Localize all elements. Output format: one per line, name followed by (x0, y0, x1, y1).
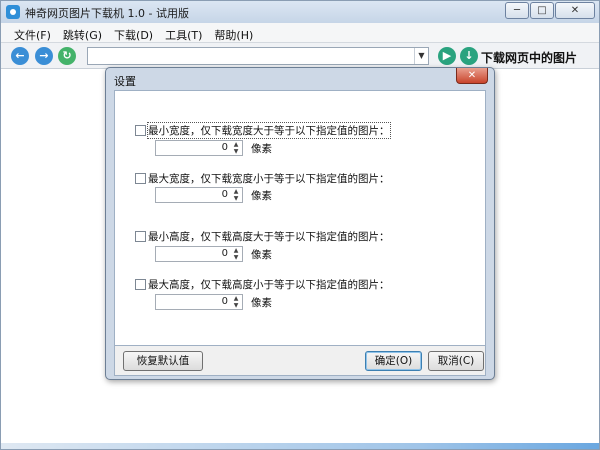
refresh-button[interactable]: ↻ (58, 47, 76, 65)
min-width-spinner[interactable]: ▲ ▼ (231, 141, 241, 155)
option-max-height: 最大高度，仅下载高度小于等于以下指定值的图片： (135, 277, 390, 292)
go-button[interactable]: ▶ (438, 47, 456, 65)
play-icon: ▶ (442, 49, 452, 62)
close-button[interactable]: ✕ (555, 2, 595, 19)
menu-download[interactable]: 下载(D) (109, 23, 160, 42)
max-width-label[interactable]: 最大宽度，仅下载宽度小于等于以下指定值的图片： (148, 171, 390, 186)
min-width-checkbox[interactable] (135, 125, 146, 136)
max-height-input[interactable]: 0 ▲ ▼ (155, 294, 243, 310)
app-icon (6, 5, 20, 19)
min-width-input[interactable]: 0 ▲ ▼ (155, 140, 243, 156)
menu-bar: 文件(F) 跳转(G) 下载(D) 工具(T) 帮助(H) (1, 23, 599, 43)
maximize-button[interactable]: □ (530, 2, 554, 19)
min-height-value: 0 (221, 248, 228, 259)
dialog-title: 设置 (114, 75, 136, 88)
min-height-field-row: 0 ▲ ▼ 像素 (155, 246, 272, 262)
option-max-width: 最大宽度，仅下载宽度小于等于以下指定值的图片： (135, 171, 390, 186)
max-width-spinner[interactable]: ▲ ▼ (231, 188, 241, 202)
min-height-label[interactable]: 最小高度，仅下载高度大于等于以下指定值的图片： (148, 229, 390, 244)
max-height-field-row: 0 ▲ ▼ 像素 (155, 294, 272, 310)
restore-defaults-button[interactable]: 恢复默认值 (123, 351, 203, 371)
max-width-field-row: 0 ▲ ▼ 像素 (155, 187, 272, 203)
url-dropdown-button[interactable]: ▼ (414, 48, 428, 64)
min-width-field-row: 0 ▲ ▼ 像素 (155, 140, 272, 156)
download-images-link[interactable]: 下载网页中的图片 (481, 49, 577, 66)
refresh-icon: ↻ (62, 49, 72, 62)
download-icon: ↓ (464, 49, 474, 62)
status-strip (1, 443, 599, 449)
minimize-button[interactable]: ─ (505, 2, 529, 19)
menu-tools[interactable]: 工具(T) (160, 23, 209, 42)
max-height-spinner[interactable]: ▲ ▼ (231, 295, 241, 309)
window-title: 神奇网页图片下载机 1.0 - 试用版 (25, 7, 189, 20)
min-width-label[interactable]: 最小宽度，仅下载宽度大于等于以下指定值的图片： (147, 122, 391, 139)
menu-file[interactable]: 文件(F) (9, 23, 58, 42)
min-width-value: 0 (221, 142, 228, 153)
min-width-unit: 像素 (251, 142, 272, 155)
arrow-left-icon: ← (15, 49, 25, 62)
menu-help[interactable]: 帮助(H) (209, 23, 260, 42)
forward-button[interactable]: → (35, 47, 53, 65)
back-button[interactable]: ← (11, 47, 29, 65)
settings-dialog: 设置 ✕ 最小宽度，仅下载宽度大于等于以下指定值的图片： 0 ▲ ▼ 像素 最大宽… (105, 67, 495, 380)
download-button[interactable]: ↓ (460, 47, 478, 65)
min-height-unit: 像素 (251, 248, 272, 261)
max-height-unit: 像素 (251, 296, 272, 309)
max-width-checkbox[interactable] (135, 173, 146, 184)
max-width-value: 0 (221, 189, 228, 200)
ok-button[interactable]: 确定(O) (365, 351, 422, 371)
max-width-unit: 像素 (251, 189, 272, 202)
option-min-width: 最小宽度，仅下载宽度大于等于以下指定值的图片： (135, 122, 391, 139)
option-min-height: 最小高度，仅下载高度大于等于以下指定值的图片： (135, 229, 390, 244)
max-width-input[interactable]: 0 ▲ ▼ (155, 187, 243, 203)
dialog-footer: 恢复默认值 确定(O) 取消(C) (114, 346, 486, 376)
dialog-close-button[interactable]: ✕ (456, 68, 488, 84)
max-height-checkbox[interactable] (135, 279, 146, 290)
cancel-button[interactable]: 取消(C) (428, 351, 484, 371)
dialog-body: 最小宽度，仅下载宽度大于等于以下指定值的图片： 0 ▲ ▼ 像素 最大宽度，仅下载… (114, 90, 486, 346)
min-height-checkbox[interactable] (135, 231, 146, 242)
arrow-right-icon: → (39, 49, 49, 62)
title-bar: 神奇网页图片下载机 1.0 - 试用版 ─ □ ✕ (1, 1, 599, 23)
toolbar: ← → ↻ ▼ ▶ ↓ 下载网页中的图片 (1, 43, 599, 69)
max-height-value: 0 (221, 296, 228, 307)
chevron-down-icon: ▼ (418, 51, 425, 60)
max-height-label[interactable]: 最大高度，仅下载高度小于等于以下指定值的图片： (148, 277, 390, 292)
min-height-input[interactable]: 0 ▲ ▼ (155, 246, 243, 262)
url-input[interactable]: ▼ (87, 47, 429, 65)
window-controls: ─ □ ✕ (504, 2, 595, 19)
close-icon: ✕ (467, 70, 477, 81)
menu-go[interactable]: 跳转(G) (58, 23, 109, 42)
min-height-spinner[interactable]: ▲ ▼ (231, 247, 241, 261)
